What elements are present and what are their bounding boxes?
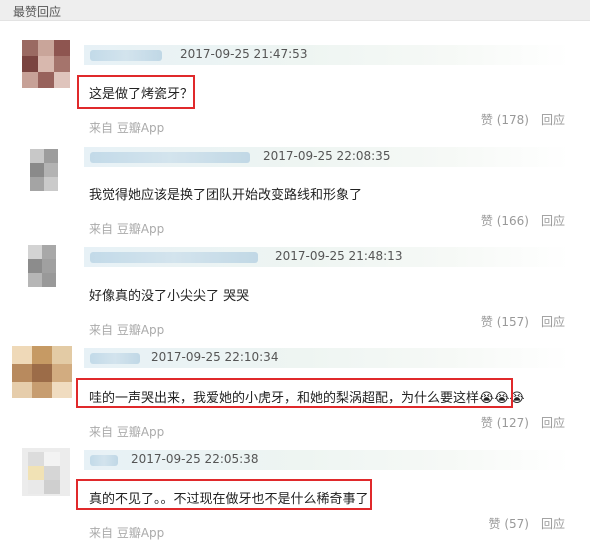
comment-source: 来自 豆瓣App (89, 425, 165, 439)
comment-meta: 2017-09-25 22:05:38 (84, 450, 570, 470)
comment-item: 2017-09-25 21:47:53 这是做了烤瓷牙？ 来自 豆瓣App 赞 … (0, 40, 590, 140)
comment-actions: 赞 (157) 回应 (481, 313, 565, 330)
reply-button[interactable]: 回应 (541, 315, 565, 329)
comment-item: 2017-09-25 22:08:35 我觉得她应该是换了团队开始改变路线和形象… (0, 145, 590, 240)
comment-text: 好像真的没了小尖尖了 哭哭 (89, 289, 250, 304)
comment-item: 2017-09-25 22:10:34 哇的一声哭出来，我爱她的小虎牙，和她的梨… (0, 346, 590, 446)
comment-timestamp: 2017-09-25 21:47:53 (180, 47, 308, 61)
comment-actions: 赞 (57) 回应 (489, 515, 565, 532)
comment-timestamp: 2017-09-25 22:05:38 (131, 452, 259, 466)
reply-button[interactable]: 回应 (541, 517, 565, 531)
avatar[interactable] (22, 40, 70, 88)
reply-button[interactable]: 回应 (541, 416, 565, 430)
highlight-box (76, 479, 372, 510)
username[interactable] (90, 50, 162, 61)
comment-actions: 赞 (178) 回应 (481, 111, 565, 128)
comment-actions: 赞 (127) 回应 (481, 414, 565, 431)
highlight-box (77, 75, 195, 109)
comment-timestamp: 2017-09-25 22:08:35 (263, 149, 391, 163)
highlight-box (76, 378, 513, 408)
comment-meta: 2017-09-25 22:10:34 (84, 348, 570, 368)
like-button[interactable]: 赞 (178) (481, 113, 529, 127)
comment-source: 来自 豆瓣App (89, 121, 165, 135)
comment-source: 来自 豆瓣App (89, 222, 165, 236)
comment-meta: 2017-09-25 22:08:35 (84, 147, 570, 167)
reply-button[interactable]: 回应 (541, 113, 565, 127)
comment-actions: 赞 (166) 回应 (481, 212, 565, 229)
comment-source: 来自 豆瓣App (89, 323, 165, 337)
comment-timestamp: 2017-09-25 21:48:13 (275, 249, 403, 263)
like-button[interactable]: 赞 (166) (481, 214, 529, 228)
comment-text: 我觉得她应该是换了团队开始改变路线和形象了 (89, 188, 363, 203)
section-header: 最赞回应 (0, 0, 590, 21)
comment-item: 2017-09-25 21:48:13 好像真的没了小尖尖了 哭哭 来自 豆瓣A… (0, 245, 590, 345)
username[interactable] (90, 353, 140, 364)
username[interactable] (90, 455, 118, 466)
username[interactable] (90, 152, 250, 163)
like-button[interactable]: 赞 (127) (481, 416, 529, 430)
like-button[interactable]: 赞 (157) (481, 315, 529, 329)
avatar[interactable] (22, 245, 70, 293)
comment-timestamp: 2017-09-25 22:10:34 (151, 350, 279, 364)
avatar[interactable] (12, 346, 72, 398)
avatar[interactable] (22, 448, 70, 496)
like-button[interactable]: 赞 (57) (489, 517, 529, 531)
comment-meta: 2017-09-25 21:48:13 (84, 247, 570, 267)
section-title: 最赞回应 (13, 5, 62, 19)
reply-button[interactable]: 回应 (541, 214, 565, 228)
avatar[interactable] (22, 145, 70, 193)
comment-source: 来自 豆瓣App (89, 526, 165, 540)
username[interactable] (90, 252, 258, 263)
comment-item: 2017-09-25 22:05:38 真的不见了。。不过现在做牙也不是什么稀奇… (0, 448, 590, 547)
comment-meta: 2017-09-25 21:47:53 (84, 45, 570, 65)
